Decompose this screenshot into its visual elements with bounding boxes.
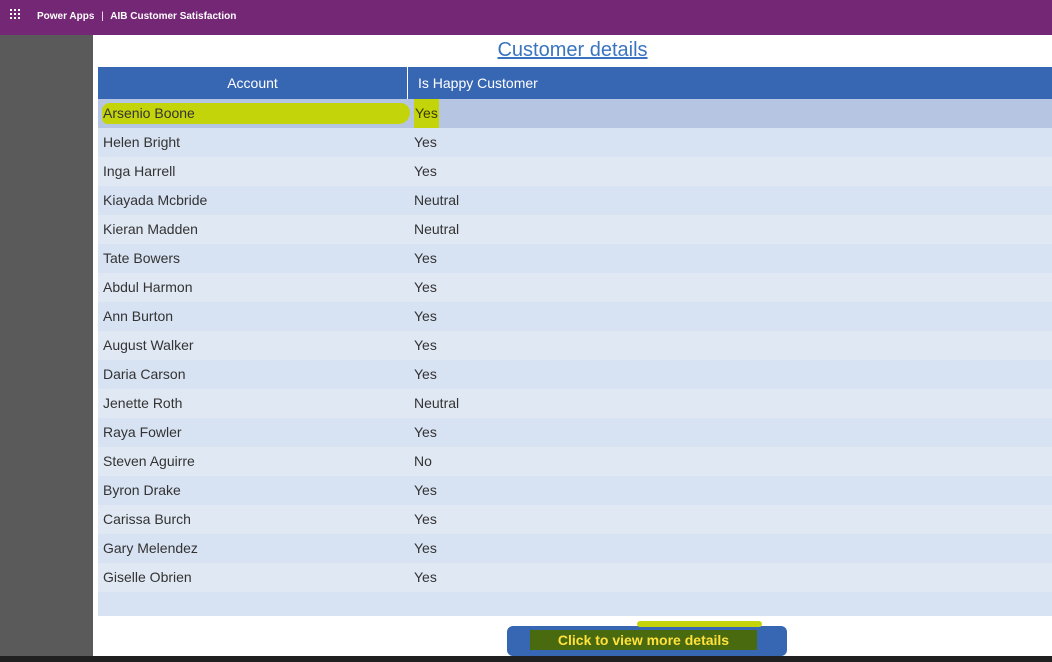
column-header-account[interactable]: Account xyxy=(98,67,408,99)
account-cell: Tate Bowers xyxy=(103,250,181,266)
table-row[interactable]: Giselle Obrien Yes xyxy=(98,563,1052,592)
account-cell: Helen Bright xyxy=(103,134,181,150)
table-row[interactable]: Kiayada Mcbride Neutral xyxy=(98,186,1052,215)
view-more-details-button[interactable]: Click to view more details xyxy=(507,621,787,656)
brand-separator: | xyxy=(101,11,104,22)
is-happy-cell: Yes xyxy=(414,163,437,179)
account-cell: Giselle Obrien xyxy=(103,569,192,585)
is-happy-cell: Yes xyxy=(414,99,439,128)
is-happy-cell: Yes xyxy=(414,250,437,266)
table-row[interactable]: Daria Carson Yes xyxy=(98,360,1052,389)
is-happy-cell: Yes xyxy=(414,482,437,498)
app-name: Power Apps xyxy=(37,11,95,22)
is-happy-cell: Yes xyxy=(414,308,437,324)
is-happy-cell: Yes xyxy=(414,424,437,440)
is-happy-cell: Yes xyxy=(414,366,437,382)
is-happy-cell: No xyxy=(414,453,432,469)
is-happy-cell: Yes xyxy=(414,540,437,556)
account-cell: Ann Burton xyxy=(103,308,174,324)
is-happy-cell: Neutral xyxy=(414,192,460,208)
table-row[interactable]: Steven Aguirre No xyxy=(98,447,1052,476)
table-row[interactable]: Helen Bright Yes xyxy=(98,128,1052,157)
left-rail xyxy=(0,35,93,656)
table-row[interactable]: Abdul Harmon Yes xyxy=(98,273,1052,302)
table-row[interactable]: Jenette Roth Neutral xyxy=(98,389,1052,418)
account-cell: Kieran Madden xyxy=(103,221,198,237)
grid-header: Account Is Happy Customer xyxy=(98,67,1052,99)
is-happy-cell: Neutral xyxy=(414,395,460,411)
waffle-icon[interactable] xyxy=(10,9,22,21)
view-more-details-label: Click to view more details xyxy=(530,630,757,650)
table-row[interactable]: Inga Harrell Yes xyxy=(98,157,1052,186)
app-header-bar: Power Apps | AIB Customer Satisfaction xyxy=(0,0,1052,35)
is-happy-cell: Yes xyxy=(414,279,437,295)
account-cell: Arsenio Boone xyxy=(103,105,195,121)
highlighter-mark xyxy=(637,621,762,627)
account-cell: Inga Harrell xyxy=(103,163,176,179)
account-cell: Abdul Harmon xyxy=(103,279,193,295)
account-cell: Raya Fowler xyxy=(103,424,182,440)
is-happy-cell: Neutral xyxy=(414,221,460,237)
is-happy-cell: Yes xyxy=(414,337,437,353)
table-row[interactable]: Kieran Madden Neutral xyxy=(98,215,1052,244)
is-happy-cell: Yes xyxy=(414,134,437,150)
account-cell: August Walker xyxy=(103,337,194,353)
column-header-is-happy-customer[interactable]: Is Happy Customer xyxy=(418,67,538,99)
page-title[interactable]: Customer details xyxy=(93,39,1052,62)
table-row[interactable]: Raya Fowler Yes xyxy=(98,418,1052,447)
table-row[interactable]: Gary Melendez Yes xyxy=(98,534,1052,563)
app-canvas: Customer details Account Is Happy Custom… xyxy=(93,35,1052,656)
account-cell: Carissa Burch xyxy=(103,511,191,527)
account-cell: Byron Drake xyxy=(103,482,181,498)
table-row[interactable]: Byron Drake Yes xyxy=(98,476,1052,505)
account-cell: Gary Melendez xyxy=(103,540,198,556)
table-row[interactable]: Carissa Burch Yes xyxy=(98,505,1052,534)
account-cell: Jenette Roth xyxy=(103,395,183,411)
account-cell: Daria Carson xyxy=(103,366,186,382)
os-taskbar xyxy=(0,656,1052,662)
table-row[interactable]: August Walker Yes xyxy=(98,331,1052,360)
customer-grid[interactable]: Arsenio Boone Yes Helen Bright Yes Inga Harr… xyxy=(98,99,1052,616)
table-row[interactable]: Ann Burton Yes xyxy=(98,302,1052,331)
is-happy-cell: Yes xyxy=(414,569,437,585)
account-cell: Kiayada Mcbride xyxy=(103,192,208,208)
app-title: AIB Customer Satisfaction xyxy=(110,11,237,22)
app-brand: Power Apps | AIB Customer Satisfaction xyxy=(37,11,236,22)
account-cell: Steven Aguirre xyxy=(103,453,195,469)
table-row[interactable]: Tate Bowers Yes xyxy=(98,244,1052,273)
is-happy-cell: Yes xyxy=(414,511,437,527)
table-row[interactable]: Arsenio Boone Yes xyxy=(98,99,1052,128)
